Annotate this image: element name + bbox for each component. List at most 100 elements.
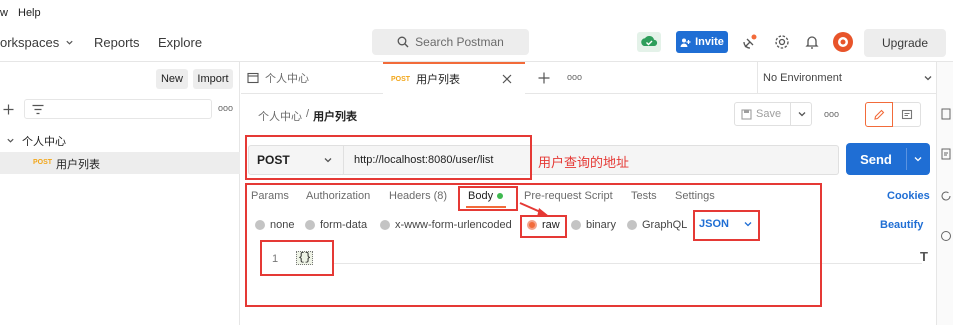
search-placeholder: Search Postman [415, 35, 504, 49]
annotation-arrow-icon [519, 202, 549, 217]
collection-name[interactable]: 个人中心 [22, 133, 66, 149]
radio-label: GraphQL [642, 219, 688, 231]
tab-settings[interactable]: Settings [675, 190, 715, 202]
tab-params[interactable]: Params [251, 190, 289, 202]
nav-workspaces-label: orkspaces [0, 35, 60, 50]
chevron-down-icon [924, 76, 932, 81]
save-button[interactable]: Save [735, 103, 791, 125]
tab-label: 个人中心 [265, 73, 309, 85]
radio-x-www-form-urlencoded[interactable]: x-www-form-urlencoded [380, 219, 512, 231]
divider [332, 263, 922, 264]
import-button[interactable]: Import [193, 69, 233, 89]
sidebar: New Import ooo 个人中心 POST 用户列表 [0, 62, 240, 325]
upgrade-button[interactable]: Upgrade [864, 29, 946, 57]
divider [906, 148, 907, 170]
tab-headers[interactable]: Headers (8) [389, 190, 447, 202]
invite-button[interactable]: Invite [676, 31, 728, 53]
tab-tests[interactable]: Tests [631, 190, 657, 202]
tab-authorization[interactable]: Authorization [306, 190, 370, 202]
cookies-link[interactable]: Cookies [887, 190, 930, 202]
radio-dot [380, 220, 390, 230]
radio-label: x-www-form-urlencoded [395, 219, 512, 231]
search-bar[interactable]: Search Postman [372, 29, 529, 55]
breadcrumb: 个人中心 / 用户列表 [258, 108, 357, 124]
tab-label: 用户列表 [416, 74, 461, 86]
save-label: Save [756, 108, 782, 120]
code-editor[interactable]: 1 {} T [244, 246, 934, 325]
tab-strip: 个人中心 POST 用户列表 ooo No Environment [241, 62, 953, 94]
line-number: 1 [272, 253, 279, 265]
edit-mode-button[interactable] [865, 102, 893, 127]
chevron-down-icon[interactable] [797, 109, 807, 119]
radio-form-data[interactable]: form-data [305, 219, 367, 231]
radio-label: none [270, 219, 295, 231]
tab-user-list[interactable]: POST 用户列表 [383, 62, 525, 94]
status-dot [497, 193, 504, 199]
divider [757, 62, 758, 94]
comments-button[interactable] [893, 102, 921, 127]
cloud-check-icon [641, 35, 658, 46]
tab-body[interactable]: Body [468, 190, 504, 202]
tabs-more-button[interactable]: ooo [567, 72, 582, 82]
avatar[interactable] [832, 31, 854, 53]
pencil-icon [874, 109, 885, 120]
folder-icon [247, 72, 259, 84]
environment-select[interactable]: No Environment [763, 62, 933, 94]
breadcrumb-parent[interactable]: 个人中心 [258, 108, 302, 124]
radio-binary[interactable]: binary [571, 219, 616, 231]
sidebar-item-user-list[interactable]: POST 用户列表 [0, 152, 240, 174]
new-button[interactable]: New [156, 69, 188, 89]
sidebar-search-input[interactable] [24, 99, 212, 119]
scrollbar-marker-icon: T [920, 249, 928, 264]
radio-dot [627, 220, 637, 230]
save-button-group: Save [734, 102, 812, 126]
request-more-button[interactable]: ooo [824, 109, 839, 119]
comment-icon [901, 109, 912, 119]
document-icon[interactable] [940, 108, 952, 120]
chevron-down-icon[interactable] [6, 136, 15, 145]
breadcrumb-separator: / [306, 108, 310, 120]
method-select[interactable]: POST [248, 145, 344, 175]
beautify-link[interactable]: Beautify [880, 219, 923, 231]
plus-icon[interactable] [3, 104, 14, 115]
chevron-down-icon[interactable] [913, 154, 923, 164]
radio-raw[interactable]: raw [527, 219, 560, 231]
menu-item-view[interactable]: w [0, 7, 8, 19]
sidebar-more-button[interactable]: ooo [218, 103, 233, 113]
radio-graphql[interactable]: GraphQL [627, 219, 687, 231]
sync-icon[interactable] [940, 190, 952, 202]
radio-label: raw [542, 219, 560, 231]
radio-label: binary [586, 219, 616, 231]
environment-label: No Environment [763, 72, 842, 84]
breadcrumb-current: 用户列表 [313, 111, 358, 123]
radio-none[interactable]: none [255, 219, 294, 231]
radio-dot [571, 220, 581, 230]
nav-explore[interactable]: Explore [158, 35, 202, 50]
menu-bar: w Help [0, 0, 953, 26]
active-tab-underline [466, 206, 506, 208]
nav-reports[interactable]: Reports [94, 35, 140, 50]
new-tab-plus-icon[interactable] [538, 72, 550, 84]
satellite-icon[interactable] [741, 33, 759, 51]
sync-status-button[interactable] [637, 32, 661, 52]
search-icon [397, 36, 409, 48]
send-button[interactable]: Send [846, 143, 906, 175]
request-name: 用户列表 [56, 159, 100, 171]
menu-item-help[interactable]: Help [18, 7, 41, 19]
add-user-icon [680, 38, 691, 47]
nav-workspaces[interactable]: orkspaces [0, 35, 74, 50]
radio-dot-selected [527, 220, 537, 230]
format-label: JSON [699, 218, 729, 230]
tab-personal-center[interactable]: 个人中心 [247, 62, 375, 94]
radio-dot [255, 220, 265, 230]
gear-icon[interactable] [773, 33, 791, 51]
invite-label: Invite [695, 36, 724, 48]
bell-icon[interactable] [803, 33, 821, 51]
info-icon[interactable] [940, 230, 952, 242]
method-label: POST [257, 153, 290, 167]
code-icon[interactable] [940, 148, 952, 160]
format-select[interactable]: JSON [699, 218, 753, 230]
close-icon[interactable] [502, 74, 512, 84]
editor-content: {} [296, 251, 314, 265]
tab-body-label: Body [468, 190, 494, 202]
